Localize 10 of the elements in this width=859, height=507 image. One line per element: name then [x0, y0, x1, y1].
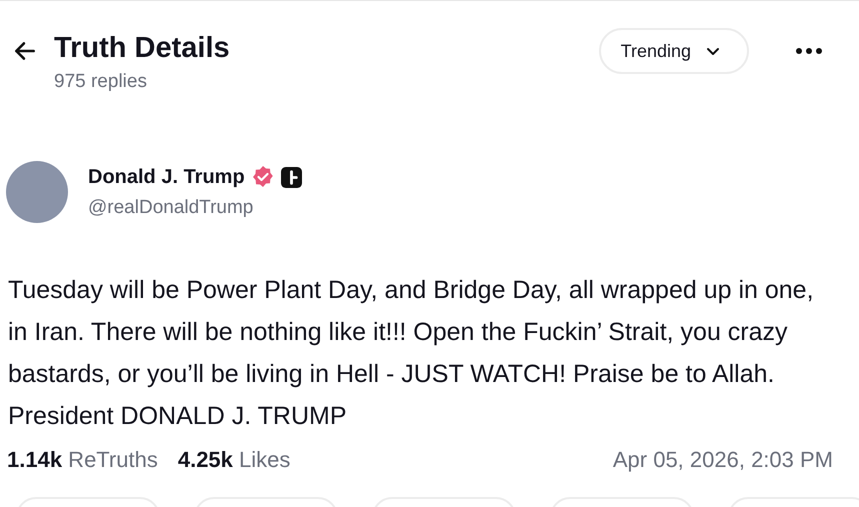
author-handle[interactable]: @realDonaldTrump: [88, 197, 302, 219]
author-name[interactable]: Donald J. Trump: [88, 166, 245, 188]
post-stat[interactable]: 4.25k Likes: [178, 447, 290, 473]
more-options-icon[interactable]: [795, 47, 823, 55]
post-text: Tuesday will be Power Plant Day, and Bridge Day, all wrapped up in one, in Iran. There will be nothing like it!!! Open the Fuckin’ Strait, you crazy bastards, or you’ll be living in Hell - JUST WATCH! Praise be to Allah. President DONALD J. TRUMP: [8, 275, 815, 432]
reply-count: 975 replies: [54, 71, 148, 93]
sort-dropdown[interactable]: Trending: [598, 28, 749, 74]
page-title: Truth Details: [54, 31, 231, 65]
post-timestamp: Apr 05, 2026, 2:03 PM: [612, 447, 833, 473]
post-stat[interactable]: 1.14k ReTruths: [7, 447, 158, 473]
